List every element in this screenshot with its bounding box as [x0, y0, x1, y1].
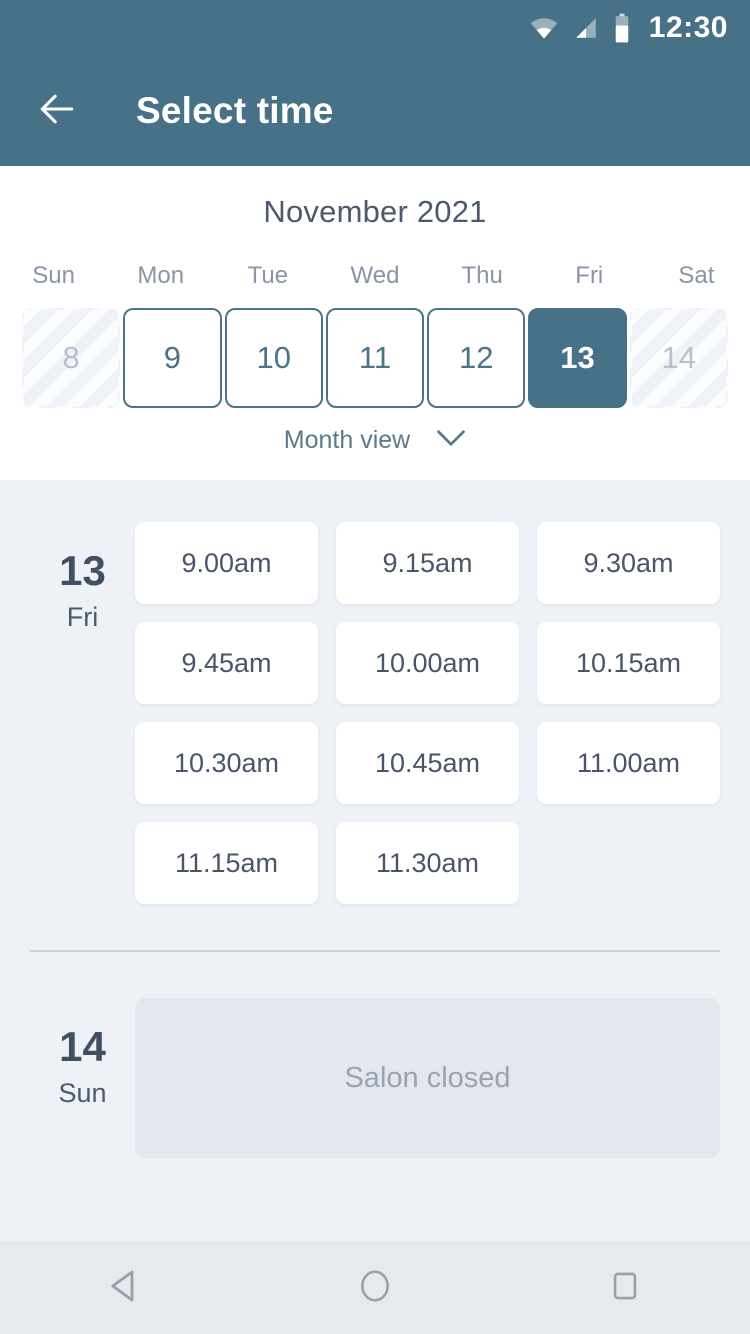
salon-closed-banner: Salon closed [135, 998, 720, 1158]
calendar-card: November 2021 Sun Mon Tue Wed Thu Fri Sa… [0, 166, 750, 480]
time-slot-placeholder [537, 822, 720, 904]
month-view-label: Month view [283, 426, 411, 454]
time-slot[interactable]: 10.15am [537, 622, 720, 704]
day-of-week: Sun [58, 1078, 107, 1108]
circle-home-icon [356, 1267, 394, 1310]
weekday-label: Sat [678, 262, 715, 289]
android-nav-bar [0, 1242, 750, 1334]
app-bar: Select time [0, 56, 750, 166]
schedule-day-13: 13 Fri 9.00am 9.15am 9.30am 9.45am 10.00… [0, 480, 750, 904]
arrow-left-icon [35, 87, 79, 136]
phone-screen: 12:30 Select time November 2021 Sun Mon … [0, 0, 750, 1334]
status-bar-clock: 12:30 [648, 11, 728, 44]
time-slot[interactable]: 9.30am [537, 522, 720, 604]
time-slot[interactable]: 10.30am [135, 722, 318, 804]
day-of-week: Fri [66, 602, 99, 632]
month-view-toggle[interactable]: Month view [284, 426, 466, 455]
time-slot[interactable]: 9.45am [135, 622, 318, 704]
calendar-day-13[interactable]: 13 [528, 308, 627, 408]
triangle-back-icon [104, 1265, 146, 1312]
square-recents-icon [608, 1269, 642, 1308]
calendar-day-14: 14 [629, 308, 728, 408]
calendar-day-10[interactable]: 10 [224, 308, 323, 408]
weekday-label: Fri [575, 262, 604, 289]
weekday-label: Tue [247, 262, 289, 289]
calendar-day-9[interactable]: 9 [123, 308, 222, 408]
calendar-day-12[interactable]: 12 [427, 308, 526, 408]
nav-home-button[interactable] [330, 1254, 420, 1324]
weekday-label: Sun [32, 262, 75, 289]
back-button[interactable] [34, 88, 80, 134]
day-label-13: 13 Fri [30, 522, 135, 904]
chevron-down-icon [436, 429, 466, 452]
time-slot[interactable]: 9.00am [135, 522, 318, 604]
time-slot[interactable]: 11.15am [135, 822, 318, 904]
weekday-header-row: Sun Mon Tue Wed Thu Fri Sat [0, 262, 750, 290]
nav-recents-button[interactable] [580, 1254, 670, 1324]
day-label-14: 14 Sun [30, 998, 135, 1158]
month-title: November 2021 [263, 194, 487, 229]
signal-icon [573, 15, 599, 41]
calendar-day-11[interactable]: 11 [325, 308, 425, 408]
wifi-icon [529, 13, 559, 43]
time-slot[interactable]: 11.00am [537, 722, 720, 804]
time-slot-grid: 9.00am 9.15am 9.30am 9.45am 10.00am 10.1… [135, 522, 720, 904]
day-number: 13 [59, 547, 106, 594]
nav-back-button[interactable] [80, 1254, 170, 1324]
schedule-list[interactable]: 13 Fri 9.00am 9.15am 9.30am 9.45am 10.00… [0, 480, 750, 1242]
battery-icon [613, 13, 631, 43]
schedule-day-14: 14 Sun Salon closed [0, 952, 750, 1158]
calendar-days-row: 8 9 10 11 12 13 14 [0, 308, 750, 408]
weekday-label: Wed [350, 262, 400, 289]
time-slot[interactable]: 10.00am [336, 622, 519, 704]
day-number: 14 [59, 1023, 106, 1070]
time-slot[interactable]: 11.30am [336, 822, 519, 904]
weekday-label: Mon [137, 262, 185, 289]
time-slot[interactable]: 10.45am [336, 722, 519, 804]
page-title: Select time [136, 90, 334, 131]
status-bar: 12:30 [0, 0, 750, 56]
calendar-day-8: 8 [22, 308, 121, 408]
weekday-label: Thu [461, 262, 503, 289]
time-slot[interactable]: 9.15am [336, 522, 519, 604]
